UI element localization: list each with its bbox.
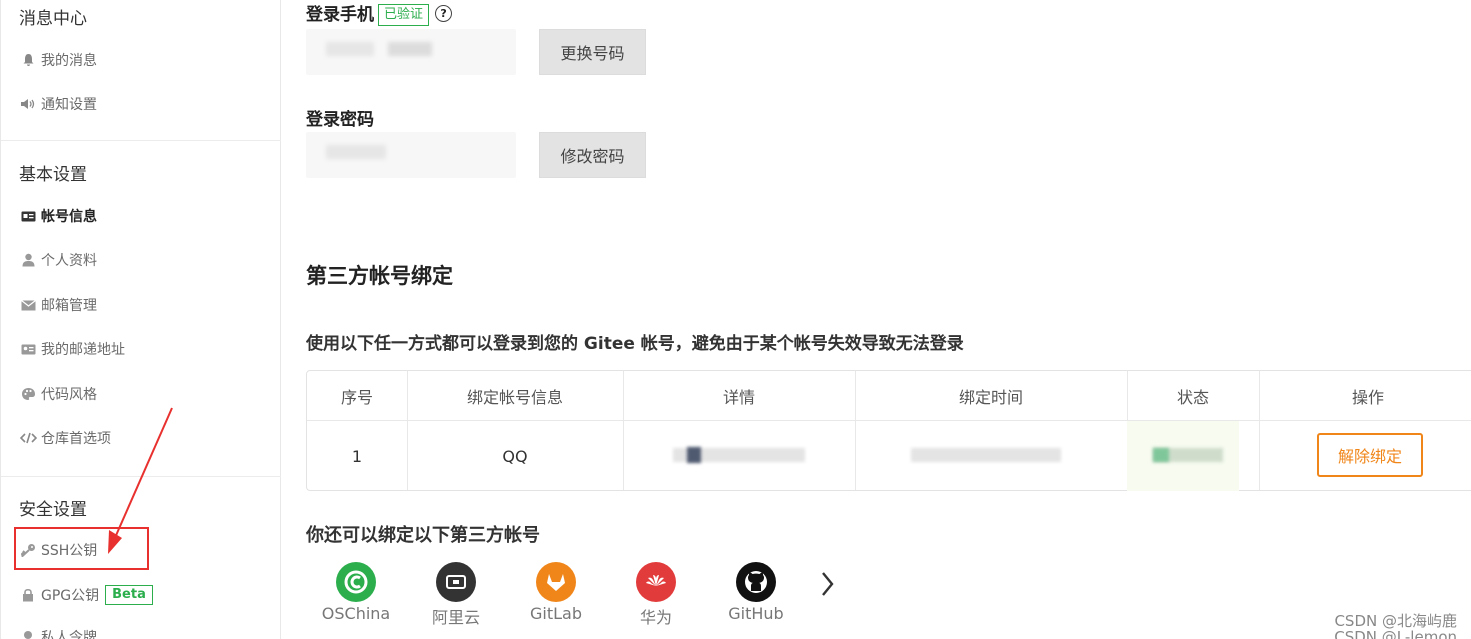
id-card-icon [19,211,37,222]
lock-icon [19,588,37,602]
sidebar-item-email[interactable]: 邮箱管理 [19,290,97,320]
bell-icon [19,53,37,67]
phone-label: 登录手机 [306,5,374,25]
masked-blob [326,145,386,159]
token-icon [19,630,37,639]
change-phone-button[interactable]: 更换号码 [539,29,646,75]
section-title-messages: 消息中心 [19,9,87,29]
user-icon [19,253,37,267]
palette-icon [19,387,37,401]
beta-badge: Beta [105,585,153,605]
provider-name: OSChina [321,604,391,623]
section-title-basic: 基本设置 [19,165,87,185]
provider-name: 阿里云 [431,608,480,627]
unbind-button[interactable]: 解除绑定 [1317,433,1423,477]
chevron-right-icon[interactable] [820,570,834,598]
phone-row-label: 登录手机 已验证? [306,0,453,26]
sidebar-item-label: GPG公钥 [41,588,100,604]
code-icon [19,432,37,444]
sidebar-item-label: 通知设置 [41,97,97,113]
address-card-icon [19,344,37,355]
provider-name: GitHub [728,604,784,623]
third-party-title: 第三方帐号绑定 [306,264,453,288]
sidebar-item-label: 个人资料 [41,253,97,269]
sidebar-item-my-messages[interactable]: 我的消息 [19,45,97,75]
github-icon [736,562,776,602]
sidebar-item-label: 私人令牌 [41,630,97,639]
section-title-security: 安全设置 [19,500,87,520]
sidebar-item-repo-preferences[interactable]: 仓库首选项 [19,423,111,453]
masked-blob [388,42,432,56]
sidebar-item-label: 邮箱管理 [41,298,97,314]
verified-badge: 已验证 [378,4,430,26]
sidebar-item-notification-settings[interactable]: 通知设置 [19,89,97,119]
sidebar-item-code-style[interactable]: 代码风格 [19,379,97,409]
provider-name: GitLab [530,604,582,623]
change-password-button[interactable]: 修改密码 [539,132,646,178]
help-icon[interactable]: ? [435,5,453,22]
column-header-index: 序号 [340,387,373,407]
envelope-icon [19,299,37,311]
oschina-icon [336,562,376,602]
aliyun-icon [436,562,476,602]
column-header-account: 绑定帐号信息 [466,387,563,407]
gitlab-icon [536,562,576,602]
cell-account: QQ [502,446,528,466]
cell-index: 1 [351,446,363,466]
sidebar-item-label: 代码风格 [41,387,97,403]
column-header-details: 详情 [722,387,755,407]
account-settings-main: 登录手机 已验证? 更换号码 登录密码 修改密码 第三方帐号绑定 使用以下任一方式… [306,0,1471,639]
provider-huawei[interactable]: 华为 [611,562,701,628]
sidebar-item-label: 我的消息 [41,53,97,69]
provider-name: 华为 [639,608,672,627]
cell-details-masked [687,447,701,463]
provider-oschina[interactable]: OSChina [311,562,401,623]
sidebar-item-private-tokens[interactable]: 私人令牌 [19,622,97,639]
provider-gitlab[interactable]: GitLab [511,562,601,623]
watermark-text-secondary: CSDN @L-lemon [1334,628,1457,639]
sidebar-item-gpg-keys[interactable]: GPG公钥 Beta [19,580,153,610]
password-field-masked [306,132,516,178]
provider-github[interactable]: GitHub [711,562,801,623]
sidebar-item-address[interactable]: 我的邮递地址 [19,334,125,364]
annotation-arrow-icon [108,407,173,554]
bindings-table: 序号 绑定帐号信息 详情 绑定时间 状态 操作 1 QQ 解除绑定 [306,370,1471,491]
masked-blob [326,42,374,56]
sidebar-item-label: 帐号信息 [41,209,97,225]
phone-field-masked [306,29,516,75]
column-header-bind-time: 绑定时间 [958,387,1023,407]
provider-aliyun[interactable]: 阿里云 [411,562,501,628]
cell-status-masked [1153,448,1169,462]
divider [1,140,281,141]
more-providers-title: 你还可以绑定以下第三方帐号 [306,525,540,546]
column-header-status: 状态 [1176,387,1209,407]
huawei-icon [636,562,676,602]
sidebar-item-account-info[interactable]: 帐号信息 [19,201,97,231]
speaker-icon [19,98,37,110]
sidebar-item-label: 我的邮递地址 [41,342,125,358]
column-header-action: 操作 [1351,387,1384,407]
third-party-description: 使用以下任一方式都可以登录到您的 Gitee 帐号，避免由于某个帐号失效导致无法… [306,334,964,354]
password-label: 登录密码 [306,110,374,130]
cell-time-masked [911,448,1061,462]
sidebar-item-profile[interactable]: 个人资料 [19,245,97,275]
